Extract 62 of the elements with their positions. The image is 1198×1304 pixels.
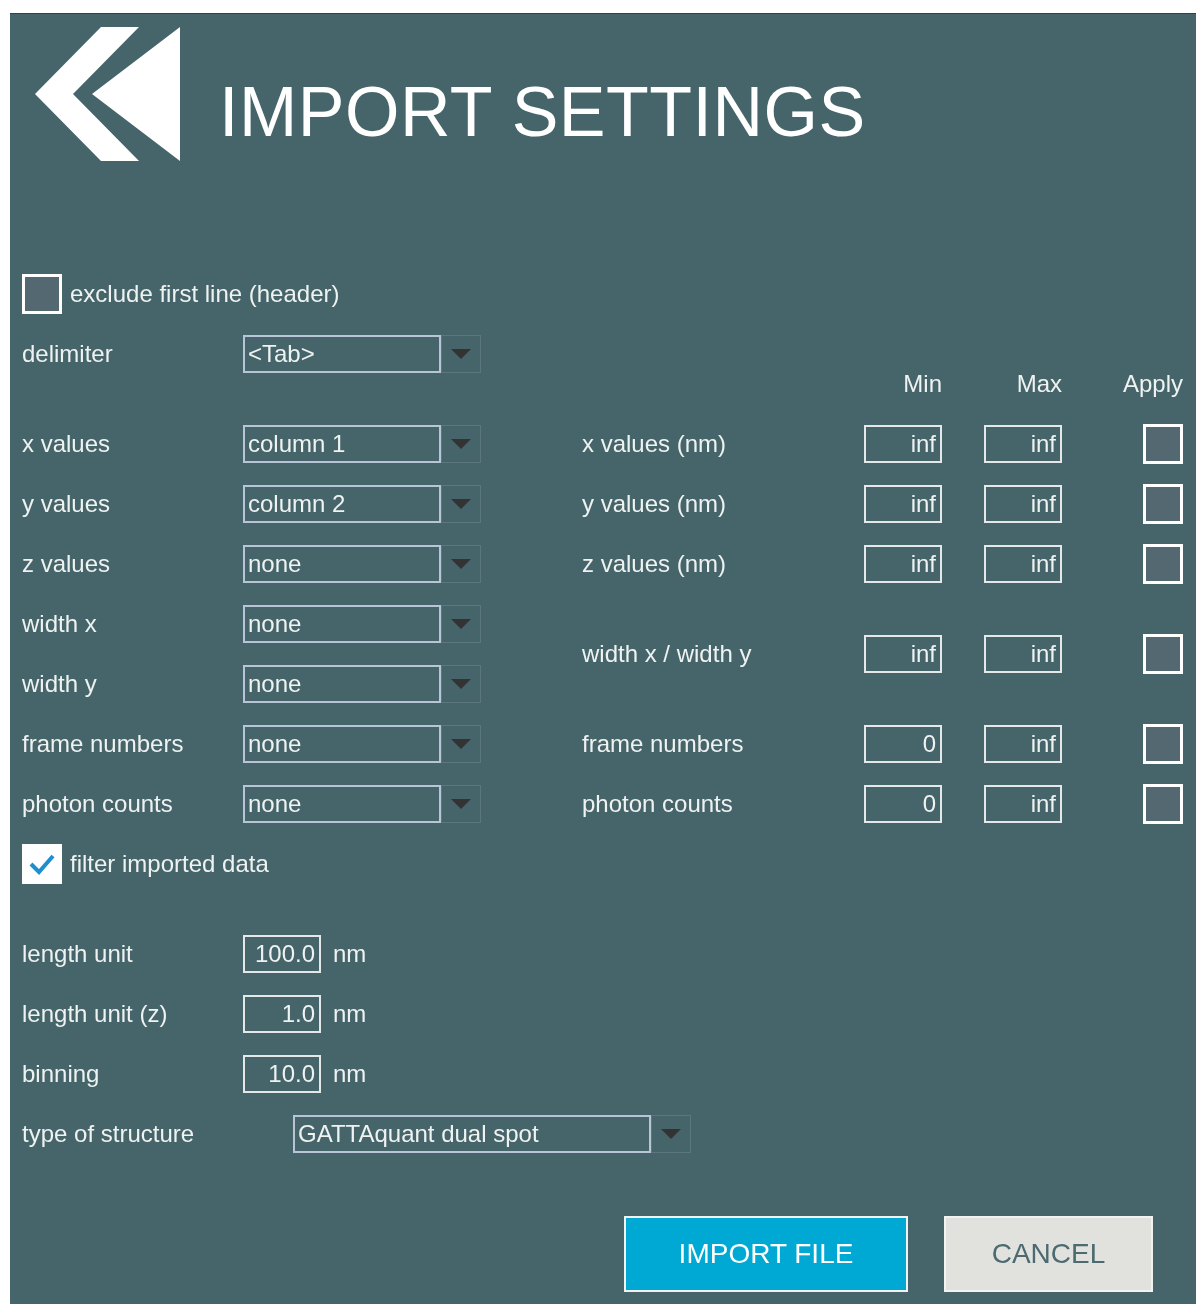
min-field[interactable]: inf — [864, 635, 942, 673]
field-label: width y — [22, 669, 98, 699]
caret-icon — [451, 349, 471, 359]
field-label: length unit (z) — [22, 999, 169, 1029]
checkbox[interactable] — [1143, 724, 1183, 764]
min-field[interactable]: inf — [864, 485, 942, 523]
number-field[interactable]: 100.0 — [243, 935, 321, 973]
number-field[interactable]: 1.0 — [243, 995, 321, 1033]
field-label: type of structure — [22, 1119, 196, 1149]
max-field[interactable]: inf — [984, 635, 1062, 673]
caret-icon — [451, 499, 471, 509]
min-field[interactable]: 0 — [864, 725, 942, 763]
field-label: frame numbers — [582, 729, 745, 759]
max-field[interactable]: inf — [984, 725, 1062, 763]
field-label: x values — [22, 429, 112, 459]
field-label: photon counts — [582, 789, 734, 819]
checkbox[interactable] — [22, 274, 62, 314]
caret-icon — [451, 679, 471, 689]
checkbox[interactable] — [1143, 544, 1183, 584]
unit-label: nm — [333, 999, 367, 1029]
column-header: Max — [1016, 369, 1062, 399]
field-label: z values — [22, 549, 112, 579]
field-label: width x — [22, 609, 98, 639]
checkbox[interactable] — [22, 844, 62, 884]
checkbox-label: filter imported data — [70, 849, 269, 879]
field-label: y values — [22, 489, 112, 519]
checkmark-icon — [29, 853, 55, 875]
field-label: frame numbers — [22, 729, 185, 759]
checkbox-label: exclude first line (header) — [70, 279, 340, 309]
checkbox[interactable] — [1143, 634, 1183, 674]
caret-icon — [451, 739, 471, 749]
min-field[interactable]: 0 — [864, 785, 942, 823]
checkbox[interactable] — [1143, 484, 1183, 524]
max-field[interactable]: inf — [984, 485, 1062, 523]
field-label: x values (nm) — [582, 429, 728, 459]
max-field[interactable]: inf — [984, 785, 1062, 823]
column-header: Min — [903, 369, 942, 399]
checkbox[interactable] — [1143, 424, 1183, 464]
dialog-title: IMPORT SETTINGS — [219, 77, 866, 147]
double-chevron-back-icon[interactable] — [35, 27, 181, 161]
min-field[interactable]: inf — [864, 545, 942, 583]
field-label: photon counts — [22, 789, 174, 819]
cancel-button[interactable]: CANCEL — [944, 1216, 1153, 1292]
field-label: delimiter — [22, 339, 114, 369]
max-field[interactable]: inf — [984, 425, 1062, 463]
max-field[interactable]: inf — [984, 545, 1062, 583]
field-label: binning — [22, 1059, 101, 1089]
caret-icon — [451, 439, 471, 449]
caret-icon — [451, 559, 471, 569]
column-header: Apply — [1122, 369, 1183, 399]
field-label: y values (nm) — [582, 489, 728, 519]
field-label: z values (nm) — [582, 549, 728, 579]
caret-icon — [451, 799, 471, 809]
unit-label: nm — [333, 1059, 367, 1089]
checkbox[interactable] — [1143, 784, 1183, 824]
caret-icon — [451, 619, 471, 629]
unit-label: nm — [333, 939, 367, 969]
caret-icon — [661, 1129, 681, 1139]
number-field[interactable]: 10.0 — [243, 1055, 321, 1093]
min-field[interactable]: inf — [864, 425, 942, 463]
field-label: length unit — [22, 939, 134, 969]
field-label: width x / width y — [582, 639, 753, 669]
